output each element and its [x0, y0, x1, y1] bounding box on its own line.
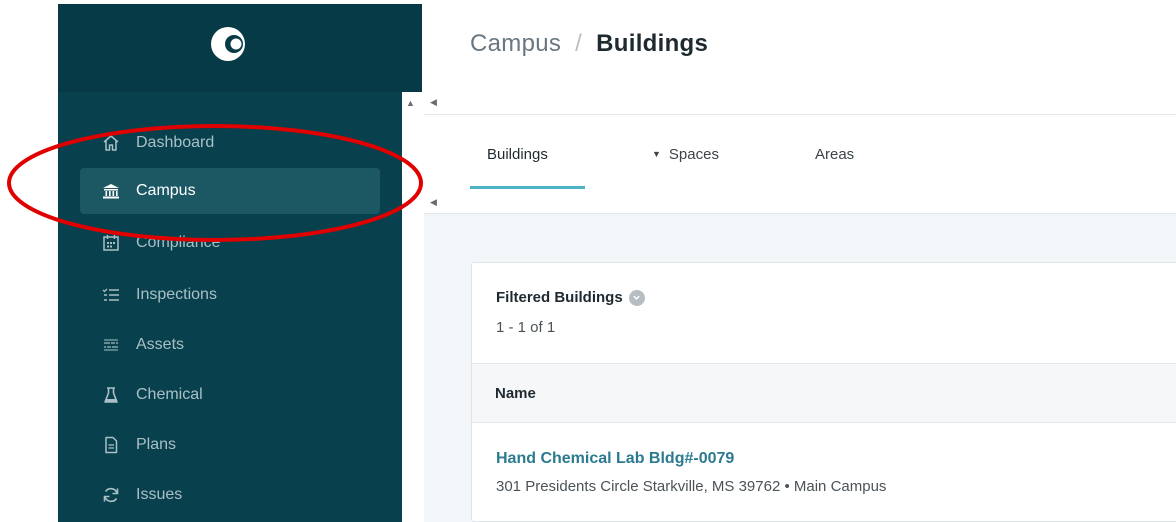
- sidebar-item-label: Compliance: [136, 234, 221, 251]
- breadcrumb-parent[interactable]: Campus: [470, 30, 561, 57]
- column-header-name[interactable]: Name: [495, 385, 536, 402]
- scroll-up-arrow-icon[interactable]: ▲: [406, 98, 415, 108]
- logo-area: [58, 4, 422, 92]
- sidebar-item-dashboard[interactable]: Dashboard: [80, 120, 380, 166]
- scroll-left-arrow-icon[interactable]: ◀: [430, 197, 437, 207]
- page-title: Buildings: [596, 30, 709, 57]
- refresh-icon: [100, 484, 122, 506]
- app-root: Dashboard Campus Compliance Inspections: [0, 0, 1176, 522]
- sidebar-item-label: Chemical: [136, 386, 203, 403]
- sidebar-item-compliance[interactable]: Compliance: [80, 220, 380, 266]
- result-count: 1 - 1 of 1: [496, 319, 556, 336]
- tab-label: Spaces: [668, 146, 719, 163]
- caret-down-icon: ▼: [652, 149, 661, 159]
- chevron-down-icon[interactable]: [628, 289, 645, 306]
- breadcrumb: Campus / Buildings: [470, 30, 708, 58]
- sidebar-item-label: Plans: [136, 436, 177, 453]
- app-logo-icon[interactable]: [210, 24, 250, 64]
- sidebar-item-label: Campus: [136, 182, 196, 199]
- home-icon: [100, 132, 122, 154]
- tab-buildings[interactable]: Buildings: [487, 146, 548, 163]
- breadcrumb-separator: /: [575, 30, 583, 57]
- tabs-divider: [424, 114, 1176, 115]
- sidebar-item-label: Issues: [136, 486, 183, 503]
- sidebar-item-label: Assets: [136, 336, 185, 353]
- document-icon: [100, 434, 122, 456]
- sidebar-item-inspections[interactable]: Inspections: [80, 272, 380, 318]
- scroll-left-arrow-icon[interactable]: ◀: [430, 97, 437, 107]
- card-title-text: Filtered Buildings: [496, 289, 623, 306]
- left-margin: [0, 0, 58, 522]
- flask-icon: [100, 384, 122, 406]
- tab-spaces[interactable]: ▼ Spaces: [652, 146, 719, 163]
- building-address: 301 Presidents Circle Starkville, MS 397…: [496, 478, 887, 495]
- sidebar-item-assets[interactable]: Assets: [80, 322, 380, 368]
- calendar-icon: [100, 232, 122, 254]
- barcode-icon: [100, 334, 122, 356]
- tab-areas[interactable]: Areas: [815, 146, 854, 163]
- sidebar: Dashboard Campus Compliance Inspections: [58, 4, 422, 522]
- active-tab-indicator: [470, 186, 585, 189]
- building-columns-icon: [100, 180, 122, 202]
- sidebar-item-campus[interactable]: Campus: [80, 168, 380, 214]
- card-title[interactable]: Filtered Buildings: [496, 289, 645, 306]
- building-link[interactable]: Hand Chemical Lab Bldg#-0079: [496, 450, 734, 468]
- sidebar-item-issues[interactable]: Issues: [80, 472, 380, 518]
- sidebar-item-label: Dashboard: [136, 134, 215, 151]
- buildings-card: Filtered Buildings 1 - 1 of 1 Name Hand …: [471, 262, 1176, 522]
- sidebar-item-plans[interactable]: Plans: [80, 422, 380, 468]
- table-header: Name: [472, 363, 1176, 423]
- checklist-icon: [100, 284, 122, 306]
- sidebar-item-label: Inspections: [136, 286, 217, 303]
- sidebar-item-chemical[interactable]: Chemical: [80, 372, 380, 418]
